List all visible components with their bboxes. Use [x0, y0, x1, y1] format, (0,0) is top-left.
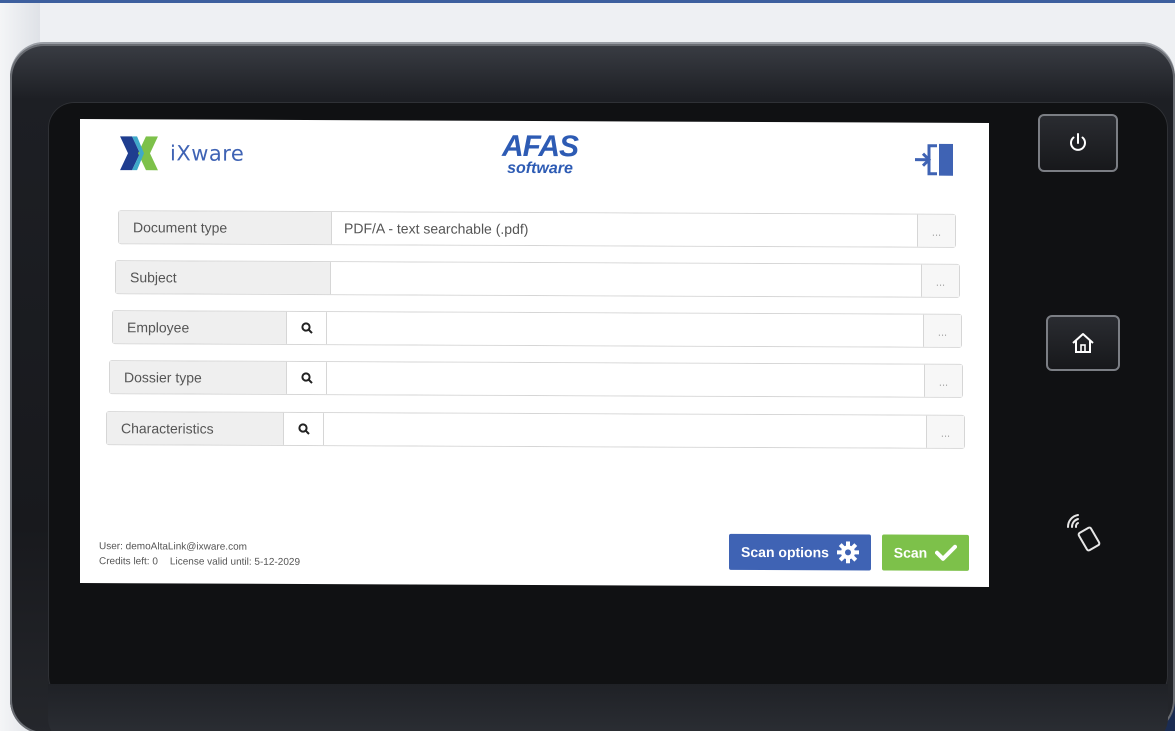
- field-row-document-type: Document type PDF/A - text searchable (.…: [118, 210, 956, 248]
- nfc-card-icon: [1066, 514, 1101, 552]
- employee-input[interactable]: [327, 312, 923, 347]
- magnifier-icon: [300, 372, 313, 384]
- home-button[interactable]: [1046, 315, 1120, 371]
- field-row-dossier-type: Dossier type ...: [109, 360, 963, 398]
- document-type-value[interactable]: PDF/A - text searchable (.pdf): [332, 212, 917, 247]
- logout-button[interactable]: [912, 143, 956, 177]
- credits-text: Credits left: 0: [99, 556, 158, 568]
- power-icon: [1070, 133, 1086, 151]
- field-row-subject: Subject ...: [115, 260, 960, 298]
- dossier-type-search-button[interactable]: [287, 361, 327, 395]
- afas-logo-top: AFAS: [501, 129, 578, 164]
- characteristics-more-button[interactable]: ...: [926, 415, 964, 448]
- home-icon: [1072, 333, 1094, 353]
- scan-label: Scan: [893, 544, 928, 561]
- logout-door-icon: [915, 143, 953, 176]
- ixware-name: iXware: [170, 141, 245, 166]
- employee-more-button[interactable]: ...: [923, 314, 961, 347]
- ixware-logo: iXware: [120, 136, 244, 171]
- magnifier-icon: [300, 322, 313, 334]
- characteristics-input[interactable]: [324, 413, 926, 448]
- scan-button[interactable]: Scan: [882, 534, 969, 571]
- power-button[interactable]: [1038, 114, 1118, 172]
- dossier-type-more-button[interactable]: ...: [924, 364, 962, 397]
- dossier-type-input[interactable]: [327, 362, 924, 397]
- document-type-label: Document type: [119, 211, 332, 245]
- magnifier-icon: [297, 423, 310, 435]
- field-row-characteristics: Characteristics ...: [106, 411, 965, 449]
- subject-more-button[interactable]: ...: [921, 264, 959, 297]
- panel-chin: [48, 684, 1168, 731]
- touch-screen: iXware AFAS software Document type PDF/A…: [80, 119, 989, 587]
- ixware-x-icon: [120, 136, 158, 171]
- session-info: User: demoAltaLink@ixware.com Credits le…: [99, 539, 300, 570]
- characteristics-search-button[interactable]: [284, 412, 324, 446]
- subject-input[interactable]: [331, 262, 921, 297]
- employee-search-button[interactable]: [287, 311, 327, 345]
- scan-options-button[interactable]: Scan options: [729, 533, 871, 571]
- document-type-more-button[interactable]: ...: [917, 214, 955, 247]
- user-text: User: demoAltaLink@ixware.com: [99, 541, 247, 553]
- scan-options-label: Scan options: [741, 543, 829, 561]
- afas-logo: AFAS software: [490, 129, 590, 177]
- nfc-reader[interactable]: [1063, 510, 1109, 556]
- gear-icon: [836, 541, 859, 564]
- dossier-type-label: Dossier type: [110, 361, 287, 394]
- field-row-employee: Employee ...: [112, 310, 962, 348]
- characteristics-label: Characteristics: [107, 412, 284, 445]
- employee-label: Employee: [113, 311, 287, 344]
- checkmark-icon: [935, 544, 958, 561]
- license-text: License valid until: 5-12-2029: [169, 556, 301, 568]
- subject-label: Subject: [116, 261, 331, 295]
